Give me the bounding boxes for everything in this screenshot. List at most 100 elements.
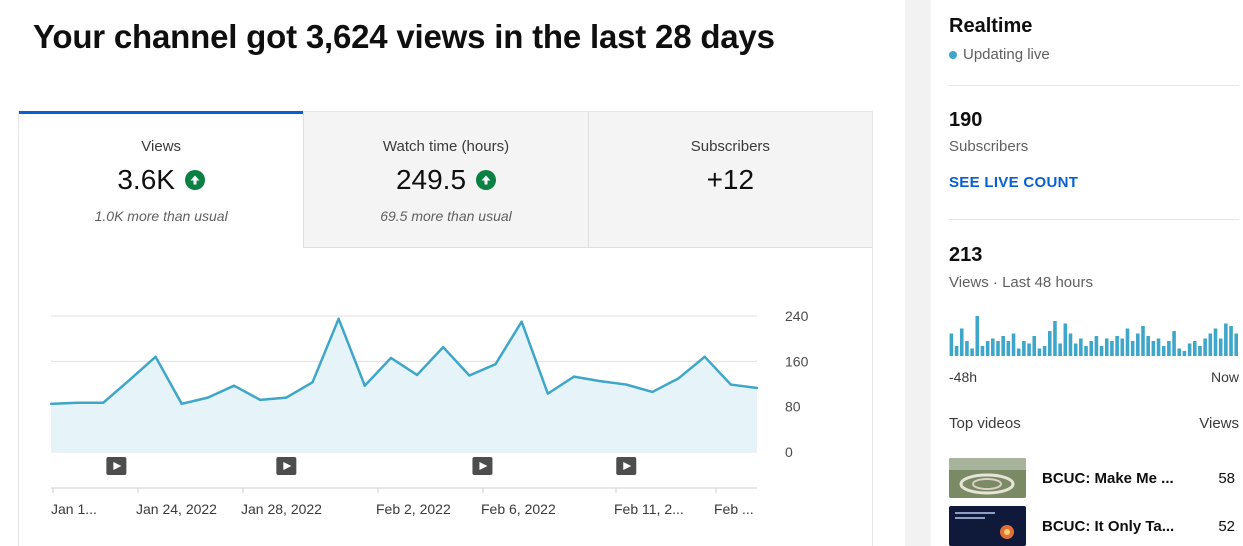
hourly-bar xyxy=(1234,333,1238,356)
mini-axis-start: -48h xyxy=(949,369,978,385)
data-point xyxy=(703,355,706,358)
metrics-card: Views 3.6K 1.0K more than usual Watch ti… xyxy=(18,111,873,546)
x-tick-label: Feb 2, 2022 xyxy=(376,501,451,517)
video-thumbnail[interactable] xyxy=(949,458,1026,498)
hourly-bar xyxy=(1198,346,1202,356)
data-point xyxy=(729,383,733,386)
views-chart: 240 160 80 0 Jan 1... Jan 24, 2022 Jan 28, 202… xyxy=(49,308,809,517)
data-point xyxy=(546,392,550,395)
top-videos-header: Top videos xyxy=(949,415,1021,432)
hourly-bar xyxy=(1146,336,1150,356)
hourly-views-chart xyxy=(949,316,1238,356)
realtime-title: Realtime xyxy=(949,15,1033,37)
y-tick-label: 160 xyxy=(785,353,809,369)
video-marker xyxy=(106,457,127,475)
top-video-row[interactable]: BCUC: Make Me ... 58 xyxy=(949,458,1239,498)
hourly-bar xyxy=(1047,331,1052,356)
y-tick-label: 80 xyxy=(785,399,801,415)
hourly-bar xyxy=(1068,333,1073,356)
data-point xyxy=(154,355,157,358)
video-marker xyxy=(616,457,637,475)
data-point xyxy=(598,379,602,383)
video-marker xyxy=(276,457,297,475)
hourly-bar xyxy=(1099,346,1104,356)
video-thumbnail[interactable] xyxy=(949,506,1026,546)
hourly-bar xyxy=(1151,341,1156,356)
live-dot-icon xyxy=(949,50,957,59)
hourly-bar xyxy=(1027,343,1031,356)
data-point xyxy=(102,401,105,404)
hourly-bar xyxy=(975,316,980,356)
hourly-bar xyxy=(1182,351,1187,356)
data-point xyxy=(651,390,654,394)
hourly-bar xyxy=(1130,341,1135,356)
data-point xyxy=(49,402,53,406)
hourly-bar xyxy=(1156,338,1161,356)
data-point xyxy=(206,396,210,399)
divider xyxy=(949,219,1239,220)
hourly-bar xyxy=(1161,346,1166,356)
top-video-row[interactable]: BCUC: It Only Ta... 52 xyxy=(949,506,1239,546)
video-title[interactable]: BCUC: It Only Ta... xyxy=(1042,518,1174,535)
hourly-bar xyxy=(1203,338,1207,356)
data-point xyxy=(311,381,314,384)
hourly-bar xyxy=(1022,341,1026,356)
hourly-bar xyxy=(1063,323,1068,356)
data-point xyxy=(232,384,236,387)
realtime-views-count: 213 xyxy=(949,244,983,266)
hourly-bar xyxy=(949,333,954,356)
page-title: Your channel got 3,624 views in the last… xyxy=(33,18,775,55)
hourly-bar xyxy=(980,346,985,356)
hourly-bar xyxy=(1011,333,1016,356)
hourly-bar xyxy=(1213,328,1218,356)
hourly-bar xyxy=(1110,341,1114,356)
hourly-bar xyxy=(1032,336,1037,356)
hourly-bar xyxy=(1089,341,1093,356)
hourly-bar xyxy=(991,338,995,356)
data-point xyxy=(572,375,576,378)
x-tick-label: Jan 28, 2022 xyxy=(241,501,322,517)
video-title[interactable]: BCUC: Make Me ... xyxy=(1042,470,1174,487)
data-point xyxy=(625,383,628,386)
hourly-bar xyxy=(1177,348,1182,356)
data-point xyxy=(128,378,131,382)
hourly-bar xyxy=(970,348,974,356)
live-status: Updating live xyxy=(949,46,1050,63)
video-views: 52 xyxy=(1218,517,1235,535)
hourly-bar xyxy=(1001,336,1005,356)
hourly-bar xyxy=(1192,341,1197,356)
hourly-bar xyxy=(1218,338,1223,356)
data-point xyxy=(389,356,393,360)
data-point xyxy=(363,384,366,387)
hourly-bar xyxy=(1208,333,1213,356)
data-point xyxy=(468,374,471,377)
realtime-views-label: Views · Last 48 hours xyxy=(949,274,1093,291)
live-status-text: Updating live xyxy=(963,46,1050,63)
y-tick-label: 240 xyxy=(785,308,809,324)
data-point xyxy=(520,320,523,323)
data-point xyxy=(442,345,445,349)
hourly-bar xyxy=(996,341,1000,356)
data-point xyxy=(337,317,340,321)
hourly-bar xyxy=(985,341,990,356)
hourly-bar xyxy=(1167,341,1171,356)
area-fill xyxy=(51,318,757,452)
hourly-bar xyxy=(1187,343,1192,356)
hourly-bar xyxy=(954,346,959,356)
data-point xyxy=(677,377,680,380)
mini-axis-end: Now xyxy=(1210,369,1239,385)
hourly-bar xyxy=(1094,336,1099,356)
data-point xyxy=(75,401,79,404)
video-marker xyxy=(472,457,493,475)
hourly-bar xyxy=(1172,331,1176,356)
hourly-bar xyxy=(1037,348,1042,356)
hourly-bar xyxy=(1053,321,1057,356)
data-point xyxy=(494,362,497,366)
hourly-bar xyxy=(1079,338,1083,356)
hourly-bar xyxy=(1058,343,1062,356)
x-tick-label: Feb 6, 2022 xyxy=(481,501,556,517)
subscriber-count: 190 xyxy=(949,109,983,131)
hourly-bar xyxy=(1042,346,1047,356)
see-live-count-link[interactable]: SEE LIVE COUNT xyxy=(949,174,1078,191)
hourly-bar xyxy=(1115,336,1119,356)
